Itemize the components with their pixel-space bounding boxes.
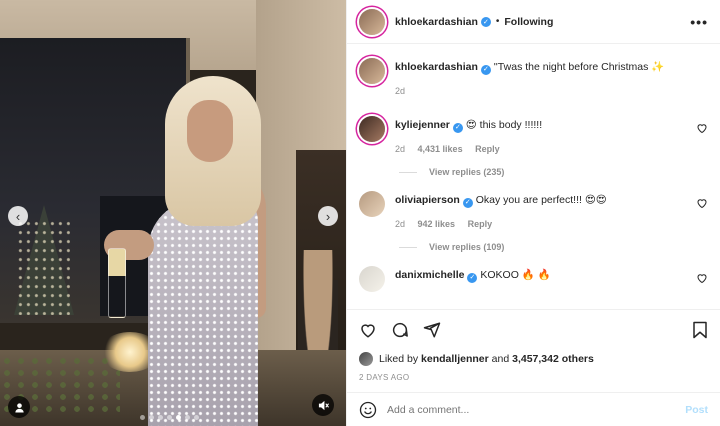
caption-text: ''Twas the night before Christmas ✨ (493, 61, 665, 73)
reply-button[interactable]: Reply (468, 219, 493, 229)
commenter-username[interactable]: kyliejenner (395, 119, 450, 131)
likes-and: and (491, 353, 510, 365)
caption: khloekardashian ✓ ''Twas the night before… (359, 58, 708, 98)
verified-badge-icon: ✓ (480, 65, 491, 75)
instagram-post-modal: ‹ › khloekardashian ✓ • Following ••• kh… (0, 0, 720, 426)
carousel-next-button[interactable]: › (318, 206, 338, 226)
header-separator: • (495, 16, 500, 27)
post-photo[interactable]: ‹ › (0, 0, 346, 426)
carousel-dot[interactable] (176, 415, 181, 420)
commenter-avatar[interactable] (359, 116, 385, 142)
liker-username[interactable]: kendalljenner (421, 353, 489, 365)
commenter-username[interactable]: danixmichelle (395, 269, 464, 281)
photo-champagne-glass (108, 248, 126, 318)
like-comment-heart-icon[interactable] (696, 272, 708, 284)
liker-avatar[interactable] (359, 352, 373, 366)
likes-summary: Liked by kendalljenner and 3,457,342 oth… (347, 349, 720, 369)
chevron-right-icon: › (325, 208, 331, 224)
more-options-icon[interactable]: ••• (690, 14, 708, 30)
comments-list[interactable]: khloekardashian ✓ ''Twas the night before… (347, 44, 720, 309)
tagged-users-button[interactable] (8, 396, 30, 418)
carousel-dot[interactable] (167, 415, 172, 420)
following-button[interactable]: Following (504, 16, 553, 28)
user-icon (14, 402, 24, 413)
carousel-prev-button[interactable]: ‹ (8, 206, 28, 226)
likes-prefix: Liked by (379, 353, 419, 365)
comment-time[interactable]: 2d (395, 144, 405, 154)
heart-icon[interactable] (359, 321, 377, 339)
share-icon[interactable] (423, 321, 441, 339)
view-replies-label: View replies (235) (429, 167, 505, 177)
carousel-dot[interactable] (140, 415, 145, 420)
comment-text: Okay you are perfect!!! 😍😍 (475, 194, 607, 206)
replies-divider (399, 246, 417, 248)
comment-input[interactable] (387, 403, 686, 416)
post-comment-button[interactable]: Post (685, 404, 708, 416)
bookmark-icon[interactable] (692, 321, 708, 339)
comment-text: 😍 this body !!!!!! (465, 119, 543, 131)
comment-text: KOKOO 🔥 🔥 (480, 269, 551, 281)
photo-woman-face (187, 100, 233, 162)
reply-button[interactable]: Reply (475, 144, 500, 154)
carousel-dot[interactable] (158, 415, 163, 420)
verified-badge-icon: ✓ (452, 123, 463, 133)
post-header: khloekardashian ✓ • Following ••• (347, 0, 720, 44)
photo-tree-lights (18, 220, 70, 315)
commenter-avatar[interactable] (359, 191, 385, 217)
comment-item: oliviapierson ✓ Okay you are perfect!!! 😍… (359, 191, 708, 231)
comment-likes[interactable]: 4,431 likes (418, 144, 463, 154)
photo-sparkly-dress (148, 200, 258, 426)
carousel-dot[interactable] (149, 415, 154, 420)
author-avatar[interactable] (359, 8, 385, 35)
author-username[interactable]: khloekardashian (395, 16, 478, 28)
like-comment-heart-icon[interactable] (696, 197, 708, 209)
verified-badge-icon: ✓ (480, 16, 491, 27)
carousel-dot[interactable] (194, 415, 199, 420)
replies-divider (399, 171, 417, 173)
comment-item: kyliejenner ✓ 😍 this body !!!!!! 2d 4,431… (359, 116, 708, 156)
likes-count[interactable]: 3,457,342 others (512, 353, 594, 365)
carousel-dot[interactable] (185, 415, 190, 420)
commenter-avatar[interactable] (359, 266, 385, 292)
carousel-dots (140, 415, 199, 420)
caption-time[interactable]: 2d (395, 86, 405, 96)
comment-item: danixmichelle ✓ KOKOO 🔥 🔥 (359, 266, 708, 292)
like-comment-heart-icon[interactable] (696, 122, 708, 134)
post-date[interactable]: 2 DAYS AGO (347, 369, 720, 392)
view-replies-button[interactable]: View replies (109) (399, 242, 708, 252)
verified-badge-icon: ✓ (467, 273, 478, 283)
chevron-left-icon: ‹ (15, 208, 21, 224)
mute-button[interactable] (312, 394, 334, 416)
comment-likes[interactable]: 942 likes (418, 219, 456, 229)
caption-avatar[interactable] (359, 58, 385, 84)
verified-badge-icon: ✓ (462, 198, 473, 208)
comment-icon[interactable] (391, 321, 409, 339)
comment-time[interactable]: 2d (395, 219, 405, 229)
muted-speaker-icon (318, 400, 329, 410)
emoji-icon[interactable] (359, 401, 377, 419)
post-details-panel: khloekardashian ✓ • Following ••• khloek… (346, 0, 720, 426)
caption-username[interactable]: khloekardashian (395, 61, 478, 73)
post-actions-bar (347, 309, 720, 349)
add-comment-bar: Post (347, 392, 720, 426)
view-replies-button[interactable]: View replies (235) (399, 167, 708, 177)
view-replies-label: View replies (109) (429, 242, 505, 252)
commenter-username[interactable]: oliviapierson (395, 194, 460, 206)
